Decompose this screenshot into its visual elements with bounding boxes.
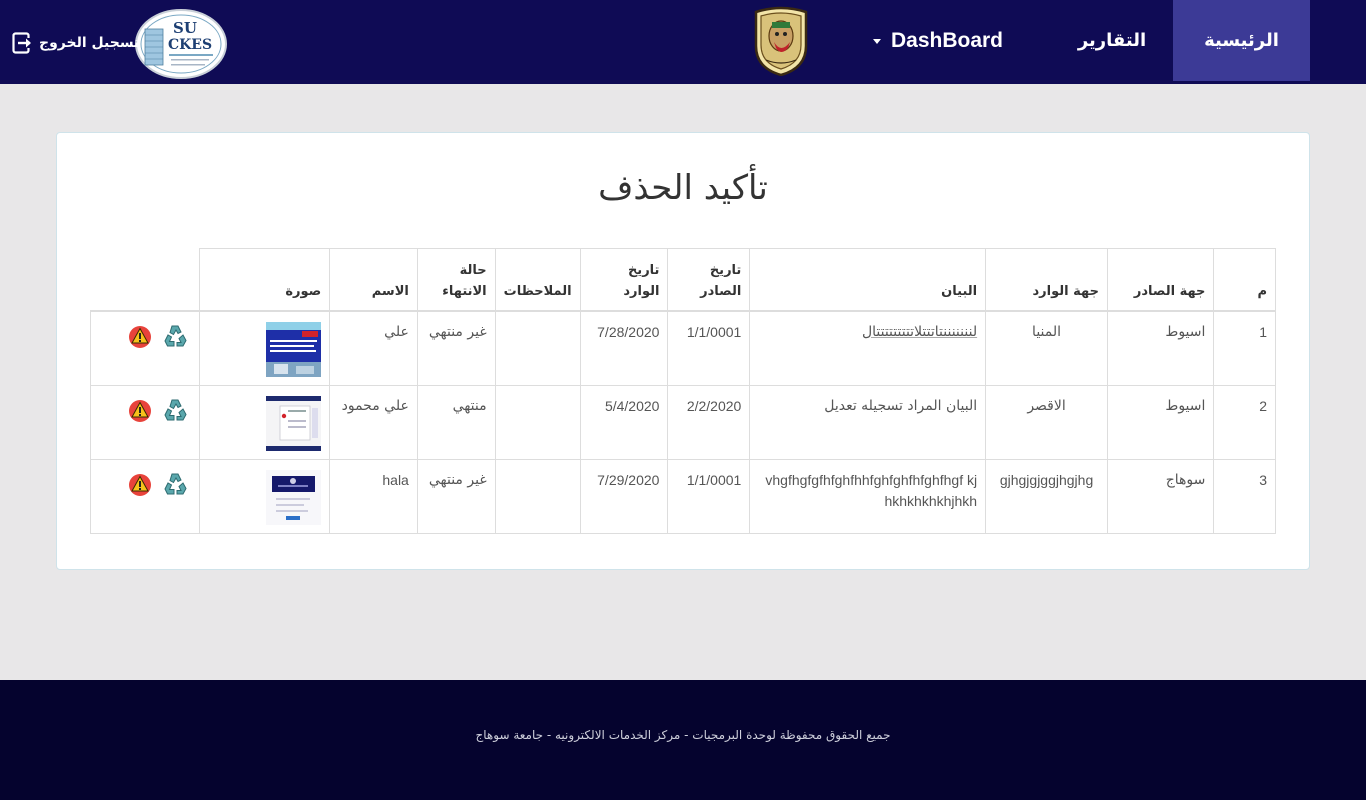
col-header-incoming-date: تاريخ الوارد bbox=[579, 248, 669, 312]
cell-receiver: الاقصر bbox=[985, 384, 1108, 460]
top-navbar: الرئيسية التقارير DashBoard SU CKES تسجي… bbox=[0, 0, 1366, 84]
cell-incoming-date: 5/4/2020 bbox=[579, 384, 669, 460]
col-header-issue-date-line1: تاريخ bbox=[709, 262, 742, 278]
warning-icon[interactable] bbox=[125, 470, 155, 500]
cell-issue-date: 2/2/2020 bbox=[667, 384, 751, 460]
cell-incoming-date: 7/28/2020 bbox=[579, 310, 669, 386]
cell-statement: vhgfhgfgfhfghfhhfghfghfhfghfhgf kjhkhkhk… bbox=[749, 458, 987, 534]
cell-statement: البيان المراد تسجيله تعديل bbox=[749, 384, 987, 460]
col-header-actions bbox=[90, 248, 200, 312]
recycle-delete-icon[interactable] bbox=[161, 470, 191, 500]
cell-notes bbox=[494, 458, 581, 534]
cell-status: غير منتهي bbox=[416, 458, 496, 534]
cell-index: 2 bbox=[1213, 384, 1276, 460]
records-table: م جهة الصادر جهة الوارد البيان تاريخ الص… bbox=[90, 248, 1276, 534]
cell-index: 1 bbox=[1213, 310, 1276, 386]
table-row: 3 سوهاج gjhgjgjggjhgjhg vhgfhgfgfhfghfhh… bbox=[90, 458, 1276, 534]
col-header-status-line2: الانتهاء bbox=[442, 283, 487, 299]
cell-issuer: اسيوط bbox=[1106, 310, 1215, 386]
page-title: تأكيد الحذف bbox=[598, 168, 768, 208]
cell-image bbox=[198, 458, 331, 534]
cell-actions bbox=[90, 310, 200, 386]
caret-down-icon bbox=[872, 39, 881, 44]
cell-issuer: اسيوط bbox=[1106, 384, 1215, 460]
cell-statement: لنننننننتاتتتلاتتتتتتتتتال bbox=[749, 310, 987, 386]
footer-copyright: جميع الحقوق محفوظة لوحدة البرمجيات - مرك… bbox=[475, 728, 891, 742]
sckes-logo: SU CKES bbox=[135, 9, 227, 79]
col-header-name: الاسم bbox=[329, 248, 418, 312]
record-image-thumbnail[interactable] bbox=[266, 469, 322, 525]
col-header-status-line1: حالة bbox=[459, 262, 487, 278]
col-header-index: م bbox=[1213, 248, 1276, 312]
table-row: 2 اسيوط الاقصر البيان المراد تسجيله تعدي… bbox=[90, 384, 1276, 460]
nav-dashboard-dropdown[interactable]: DashBoard bbox=[858, 0, 1018, 81]
cell-status: غير منتهي bbox=[416, 310, 496, 386]
logout-label: تسجيل الخروج bbox=[39, 35, 140, 51]
cell-actions bbox=[90, 458, 200, 534]
cell-name: علي bbox=[329, 310, 418, 386]
cell-image bbox=[198, 310, 331, 386]
cell-index: 3 bbox=[1213, 458, 1276, 534]
cell-issuer: سوهاج bbox=[1106, 458, 1215, 534]
cell-issue-date: 1/1/0001 bbox=[667, 458, 751, 534]
col-header-status: حالة الانتهاء bbox=[416, 248, 496, 312]
record-image-thumbnail[interactable] bbox=[266, 395, 322, 451]
table-header-row: م جهة الصادر جهة الوارد البيان تاريخ الص… bbox=[90, 248, 1276, 312]
cell-issue-date: 1/1/0001 bbox=[667, 310, 751, 386]
warning-icon[interactable] bbox=[125, 396, 155, 426]
col-header-statement: البيان bbox=[749, 248, 987, 312]
col-header-receiver: جهة الوارد bbox=[985, 248, 1108, 312]
cell-notes bbox=[494, 384, 581, 460]
col-header-issue-date: تاريخ الصادر bbox=[667, 248, 751, 312]
cell-actions bbox=[90, 384, 200, 460]
col-header-issuer: جهة الصادر bbox=[1106, 248, 1215, 312]
nav-reports[interactable]: التقارير bbox=[1052, 0, 1172, 81]
table-row: 1 اسيوط المنيا لنننننننتاتتتلاتتتتتتتتتا… bbox=[90, 310, 1276, 386]
cell-receiver: المنيا bbox=[985, 310, 1108, 386]
col-header-issue-date-line2: الصادر bbox=[700, 283, 742, 299]
warning-icon[interactable] bbox=[125, 322, 155, 352]
logout-button[interactable]: تسجيل الخروج bbox=[12, 30, 139, 56]
recycle-delete-icon[interactable] bbox=[161, 322, 191, 352]
cell-incoming-date: 7/29/2020 bbox=[579, 458, 669, 534]
cell-name: hala bbox=[329, 458, 418, 534]
record-image-thumbnail[interactable] bbox=[266, 321, 322, 377]
col-header-notes: الملاحظات bbox=[494, 248, 581, 312]
svg-text:SU: SU bbox=[173, 19, 197, 37]
cell-name: علي محمود bbox=[329, 384, 418, 460]
recycle-delete-icon[interactable] bbox=[161, 396, 191, 426]
cell-status: منتهي bbox=[416, 384, 496, 460]
cell-notes bbox=[494, 310, 581, 386]
nav-home[interactable]: الرئيسية bbox=[1173, 0, 1310, 81]
sign-out-icon bbox=[12, 32, 31, 54]
university-logo bbox=[754, 6, 808, 76]
svg-text:CKES: CKES bbox=[168, 37, 212, 53]
nav-dashboard-label: DashBoard bbox=[890, 28, 1004, 52]
cell-receiver: gjhgjgjggjhgjhg bbox=[985, 458, 1108, 534]
cell-image bbox=[198, 384, 331, 460]
col-header-image: صورة bbox=[198, 248, 331, 312]
